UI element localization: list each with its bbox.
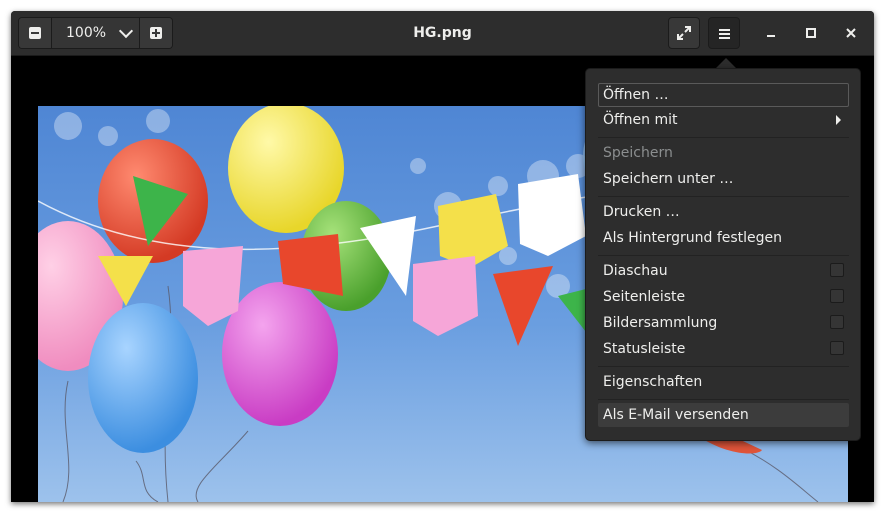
menu-item-statusbar[interactable]: Statusleiste [598,337,849,361]
zoom-control: 100% [18,17,173,49]
sidebar-checkbox[interactable] [830,289,844,303]
minimize-icon [767,35,775,37]
menu-item-statusbar-label: Statusleiste [603,341,686,357]
menu-item-send-email[interactable]: Als E-Mail versenden [598,403,849,427]
statusbar-checkbox[interactable] [830,341,844,355]
menu-item-open-with[interactable]: Öffnen mit [598,108,849,132]
zoom-in-button[interactable] [139,18,172,48]
menu-item-save: Speichern [603,145,673,161]
menu-item-sidebar-label: Seitenleiste [603,289,686,305]
close-button[interactable] [835,17,867,49]
headerbar: 100% HG.png [11,11,874,56]
zoom-out-button[interactable] [19,18,52,48]
menu-item-save-as[interactable]: Speichern unter … [598,167,849,191]
menu-separator [598,399,849,400]
hamburger-icon [718,28,730,39]
menu-separator [598,196,849,197]
gallery-checkbox[interactable] [830,315,844,329]
menu-separator [598,137,849,138]
menu-item-slideshow[interactable]: Diaschau [598,259,849,283]
submenu-arrow-icon [836,115,841,125]
menu-button[interactable] [708,17,740,49]
minimize-button[interactable] [755,17,787,49]
menu-item-properties[interactable]: Eigenschaften [598,370,849,394]
zoom-value: 100% [66,25,107,41]
image-viewer-window: 100% HG.png Öffnen … Öffnen mit Speicher… [11,11,874,502]
menu-item-gallery[interactable]: Bildersammlung [598,311,849,335]
menu-separator [598,255,849,256]
fullscreen-button[interactable] [668,17,700,49]
plus-icon [150,27,162,39]
chevron-down-icon [118,23,134,38]
menu-item-gallery-label: Bildersammlung [603,315,718,331]
menu-separator [598,366,849,367]
menu-item-sidebar[interactable]: Seitenleiste [598,285,849,309]
zoom-dropdown[interactable]: 100% [52,18,139,48]
expand-icon [677,26,691,40]
main-menu-popover: Öffnen … Öffnen mit Speichern Speichern … [585,68,861,441]
menu-item-open[interactable]: Öffnen … [598,83,849,107]
menu-item-open-with-label: Öffnen mit [603,112,678,128]
maximize-button[interactable] [795,17,827,49]
menu-item-set-background[interactable]: Als Hintergrund festlegen [598,226,849,250]
maximize-icon [806,28,816,38]
slideshow-checkbox[interactable] [830,263,844,277]
menu-item-print[interactable]: Drucken … [598,200,849,224]
menu-item-slideshow-label: Diaschau [603,263,668,279]
close-icon [846,28,856,38]
minus-icon [29,27,41,39]
